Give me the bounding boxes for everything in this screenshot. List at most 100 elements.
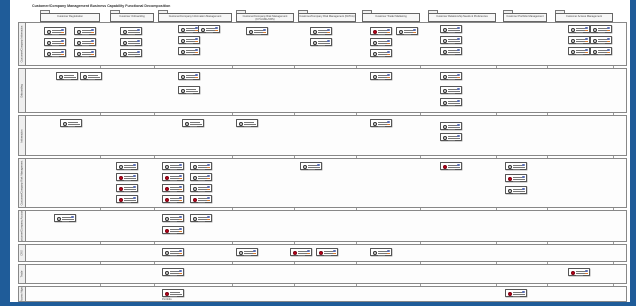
- status-marker-blue: [607, 38, 610, 40]
- capability-card: [162, 248, 184, 256]
- column-header: Customer Trade/ Marketing: [362, 13, 420, 22]
- card-text-line: [448, 78, 455, 80]
- card-text-line: [82, 44, 89, 46]
- card-text-line: [128, 33, 135, 35]
- capability-card: [300, 162, 322, 170]
- capability-icon: [318, 250, 323, 255]
- capability-icon: [238, 121, 243, 126]
- status-marker-orange: [457, 76, 460, 79]
- swimlane: [18, 115, 627, 156]
- status-marker-orange: [607, 40, 610, 43]
- status-marker-blue: [91, 51, 94, 53]
- card-text-line: [576, 31, 583, 33]
- card-text-line: [448, 138, 460, 139]
- card-text-line: [244, 254, 251, 256]
- card-text-line: [68, 125, 75, 127]
- card-text-line: [308, 167, 320, 168]
- card-text-line: [513, 180, 520, 182]
- status-marker-blue: [327, 29, 330, 31]
- card-text-line: [128, 32, 140, 33]
- capability-icon: [442, 74, 447, 79]
- card-text-line: [318, 33, 325, 35]
- status-marker-orange: [263, 31, 266, 34]
- status-marker-blue: [179, 186, 182, 188]
- capability-icon: [122, 40, 127, 45]
- capability-card: [74, 49, 96, 57]
- card-text-line: [324, 254, 331, 256]
- card-text-line: [62, 219, 74, 220]
- capability-icon: [592, 27, 597, 32]
- capability-card: [440, 25, 462, 33]
- card-text-line: [448, 127, 460, 128]
- status-marker-blue: [457, 49, 460, 51]
- card-text-line: [68, 122, 78, 123]
- status-marker-blue: [585, 38, 588, 40]
- card-text-line: [186, 89, 196, 90]
- status-marker-blue: [457, 135, 460, 137]
- status-marker-blue: [253, 250, 256, 252]
- status-marker-blue: [91, 40, 94, 42]
- capability-icon: [164, 270, 169, 275]
- status-marker-orange: [387, 252, 390, 255]
- capability-card: [440, 133, 462, 141]
- footer-caption: Portfolio: [162, 298, 172, 301]
- capability-card: [162, 214, 184, 222]
- status-marker-blue: [207, 175, 210, 177]
- capability-card: [60, 119, 82, 127]
- status-marker-orange: [207, 199, 210, 202]
- capability-icon: [570, 38, 575, 43]
- capability-icon: [192, 175, 197, 180]
- status-marker-orange: [387, 76, 390, 79]
- status-marker-orange: [179, 218, 182, 221]
- swimlane-label: Trade: [20, 270, 24, 278]
- status-marker-orange: [253, 252, 256, 255]
- status-marker-blue: [263, 29, 266, 31]
- swimlane-header: Access Mgmt: [18, 286, 26, 302]
- status-marker-orange: [207, 218, 210, 221]
- card-text-line: [254, 33, 261, 35]
- capability-icon: [76, 29, 81, 34]
- swimlane: [18, 286, 627, 302]
- capability-card: [198, 25, 220, 33]
- card-text-line: [190, 124, 202, 125]
- capability-card: [120, 38, 142, 46]
- card-text-line: [448, 92, 455, 94]
- capability-icon: [592, 49, 597, 54]
- column-header: Customer Relationship Needs & Preference…: [428, 13, 496, 22]
- capability-icon: [192, 186, 197, 191]
- card-text-line: [124, 200, 136, 201]
- status-marker-orange: [179, 252, 182, 255]
- card-text-line: [128, 55, 135, 57]
- capability-icon: [180, 27, 185, 32]
- capability-icon: [570, 27, 575, 32]
- capability-card: [440, 98, 462, 106]
- capability-icon: [372, 40, 377, 45]
- card-text-line: [82, 55, 89, 57]
- status-marker-blue: [585, 49, 588, 51]
- capability-card: [44, 27, 66, 35]
- capability-icon: [442, 124, 447, 129]
- bottom-border: [0, 302, 636, 306]
- card-text-line: [513, 294, 525, 295]
- card-text-line: [186, 53, 193, 55]
- capability-card: [568, 25, 590, 33]
- column-header-label: Customer Onboarding: [119, 15, 145, 18]
- capability-card: [116, 162, 138, 170]
- card-text-line: [448, 91, 460, 92]
- status-marker-blue: [387, 74, 390, 76]
- swimlane-label: Access Mgmt: [20, 286, 24, 302]
- card-text-line: [124, 201, 131, 203]
- status-marker-orange: [195, 51, 198, 54]
- capability-icon: [118, 175, 123, 180]
- status-marker-blue: [215, 27, 218, 29]
- status-marker-blue: [522, 188, 525, 190]
- status-marker-orange: [207, 177, 210, 180]
- status-marker-blue: [607, 27, 610, 29]
- status-marker-orange: [607, 29, 610, 32]
- status-marker-blue: [61, 40, 64, 42]
- card-text-line: [576, 53, 583, 55]
- capability-card: [178, 25, 200, 33]
- card-text-line: [64, 77, 76, 78]
- capability-icon: [442, 100, 447, 105]
- capability-card: [590, 36, 612, 44]
